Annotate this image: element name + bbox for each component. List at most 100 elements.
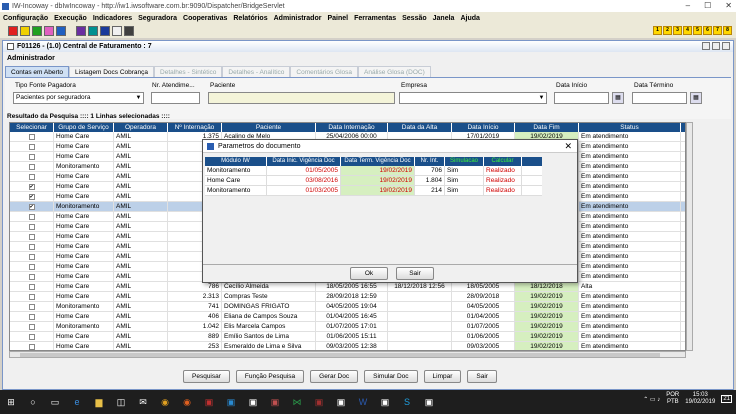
menu-item[interactable]: Ferramentas xyxy=(354,15,396,22)
menu-item[interactable]: Relatórios xyxy=(233,15,267,22)
select-checkbox[interactable] xyxy=(28,234,35,240)
tipo-select[interactable]: Pacientes por seguradora ▼ xyxy=(13,92,144,104)
select-checkbox[interactable] xyxy=(28,284,35,290)
toolbar-color-button[interactable] xyxy=(44,26,54,36)
dialog-row[interactable]: Monitoramento 01/03/2005 19/02/2019 214 Sim R… xyxy=(205,186,542,196)
cell-sel[interactable] xyxy=(10,272,54,281)
cell-sel[interactable] xyxy=(10,252,54,261)
table-row[interactable]: Monitoramento AMIL 1.042 Elis Marcela Campo… xyxy=(10,322,685,332)
cell-sel[interactable] xyxy=(10,232,54,241)
paciente-input[interactable] xyxy=(208,92,395,104)
frame-maximize-icon[interactable] xyxy=(712,42,720,50)
window-shortcut-button[interactable]: 6 xyxy=(703,26,712,35)
select-checkbox[interactable] xyxy=(28,224,35,230)
toolbar-color-button[interactable] xyxy=(124,26,134,36)
cell-sel[interactable] xyxy=(10,322,54,331)
cell-sel[interactable]: ✔ xyxy=(10,202,54,211)
column-header[interactable]: Data Fim xyxy=(515,123,579,132)
column-header[interactable]: Operadora xyxy=(114,123,168,132)
window-shortcut-button[interactable]: 1 xyxy=(653,26,662,35)
app-icon[interactable]: ▣ xyxy=(220,391,242,413)
menu-item[interactable]: Indicadores xyxy=(93,15,132,22)
window-shortcut-button[interactable]: 3 xyxy=(673,26,682,35)
firefox-icon[interactable]: ◉ xyxy=(176,391,198,413)
toolbar-color-button[interactable] xyxy=(76,26,86,36)
window-shortcut-button[interactable]: 5 xyxy=(693,26,702,35)
notification-badge[interactable]: 21 xyxy=(721,395,732,403)
lang-indicator[interactable]: POR xyxy=(666,392,679,399)
edge-icon[interactable]: e xyxy=(66,391,88,413)
cell-sel[interactable] xyxy=(10,162,54,171)
dialog-row[interactable]: Home Care 03/08/2016 19/02/2019 1.804 Sim Rea… xyxy=(205,176,542,186)
menu-item[interactable]: Execução xyxy=(54,15,87,22)
search-icon[interactable]: ○ xyxy=(22,391,44,413)
select-checkbox[interactable] xyxy=(28,244,35,250)
select-checkbox[interactable] xyxy=(28,264,35,270)
menu-item[interactable]: Administrador xyxy=(274,15,322,22)
select-checkbox[interactable] xyxy=(28,214,35,220)
store-icon[interactable]: ◫ xyxy=(110,391,132,413)
close-icon[interactable]: ✕ xyxy=(564,141,572,152)
ok-button[interactable]: Ok xyxy=(350,267,388,280)
dialog-sair-button[interactable]: Sair xyxy=(396,267,434,280)
cell-sel[interactable] xyxy=(10,282,54,291)
tray-icons[interactable]: ⌃ ▭ ♪ xyxy=(643,396,660,403)
cell-sel[interactable] xyxy=(10,172,54,181)
app-icon[interactable]: ▣ xyxy=(330,391,352,413)
table-row[interactable]: Home Care AMIL 253 Esmeraldo de Lima e Silv… xyxy=(10,342,685,350)
column-header[interactable]: Paciente xyxy=(222,123,316,132)
select-checkbox[interactable] xyxy=(28,304,35,310)
window-shortcut-button[interactable]: 8 xyxy=(723,26,732,35)
toolbar-color-button[interactable] xyxy=(56,26,66,36)
windows-start-icon[interactable]: ⊞ xyxy=(0,391,22,413)
cell-sel[interactable] xyxy=(10,222,54,231)
column-header[interactable]: Data da Alta xyxy=(388,123,452,132)
select-checkbox[interactable] xyxy=(28,144,35,150)
menu-item[interactable]: Configuração xyxy=(3,15,48,22)
menu-item[interactable]: Sessão xyxy=(402,15,427,22)
cell-sel[interactable] xyxy=(10,262,54,271)
mail-icon[interactable]: ✉ xyxy=(132,391,154,413)
cell-sel[interactable] xyxy=(10,152,54,161)
calendar-icon[interactable]: ▦ xyxy=(612,92,624,104)
app-icon[interactable]: ▣ xyxy=(418,391,440,413)
table-row[interactable]: Monitoramento AMIL 741 DOMINGAS FRIGATO 04/0… xyxy=(10,302,685,312)
skype-icon[interactable]: S xyxy=(396,391,418,413)
select-checkbox[interactable]: ✔ xyxy=(28,204,35,210)
maximize-icon[interactable]: ☐ xyxy=(704,1,711,10)
calendar-icon[interactable]: ▦ xyxy=(690,92,702,104)
menu-item[interactable]: Ajuda xyxy=(460,15,479,22)
cell-sel[interactable] xyxy=(10,212,54,221)
select-checkbox[interactable] xyxy=(28,174,35,180)
data-inicio-input[interactable] xyxy=(554,92,609,104)
cell-sel[interactable] xyxy=(10,242,54,251)
app-icon[interactable]: ▣ xyxy=(242,391,264,413)
vertical-scrollbar[interactable] xyxy=(686,122,693,351)
window-shortcut-button[interactable]: 4 xyxy=(683,26,692,35)
window-shortcut-button[interactable]: 2 xyxy=(663,26,672,35)
select-checkbox[interactable] xyxy=(28,344,35,350)
word-icon[interactable]: W xyxy=(352,391,374,413)
column-header[interactable]: Nº Internação xyxy=(168,123,222,132)
select-checkbox[interactable] xyxy=(28,294,35,300)
select-checkbox[interactable]: ✔ xyxy=(28,184,35,190)
table-row[interactable]: Home Care AMIL 2.313 Compras Teste 28/09/201… xyxy=(10,292,685,302)
cell-sel[interactable] xyxy=(10,342,54,350)
cell-sel[interactable] xyxy=(10,292,54,301)
button-pesquisar[interactable]: Pesquisar xyxy=(183,370,230,383)
column-header[interactable]: Status xyxy=(579,123,681,132)
dialog-row[interactable]: Monitoramento 01/05/2005 19/02/2019 706 Sim R… xyxy=(205,166,542,176)
window-shortcut-button[interactable]: 7 xyxy=(713,26,722,35)
table-row[interactable]: Home Care AMIL 406 Eliana de Campos Souza 01… xyxy=(10,312,685,322)
frame-close-icon[interactable] xyxy=(722,42,730,50)
tab-1[interactable]: Contas em Aberto xyxy=(5,66,70,77)
cell-sel[interactable]: ✔ xyxy=(10,192,54,201)
cell-sel[interactable] xyxy=(10,142,54,151)
select-checkbox[interactable] xyxy=(28,134,35,140)
toolbar-color-button[interactable] xyxy=(20,26,30,36)
button-limpar[interactable]: Limpar xyxy=(423,370,462,383)
app-icon[interactable]: ▣ xyxy=(308,391,330,413)
button-simular-doc[interactable]: Simular Doc xyxy=(364,370,418,383)
button-gerar-doc[interactable]: Gerar Doc xyxy=(310,370,359,383)
toolbar-color-button[interactable] xyxy=(8,26,18,36)
